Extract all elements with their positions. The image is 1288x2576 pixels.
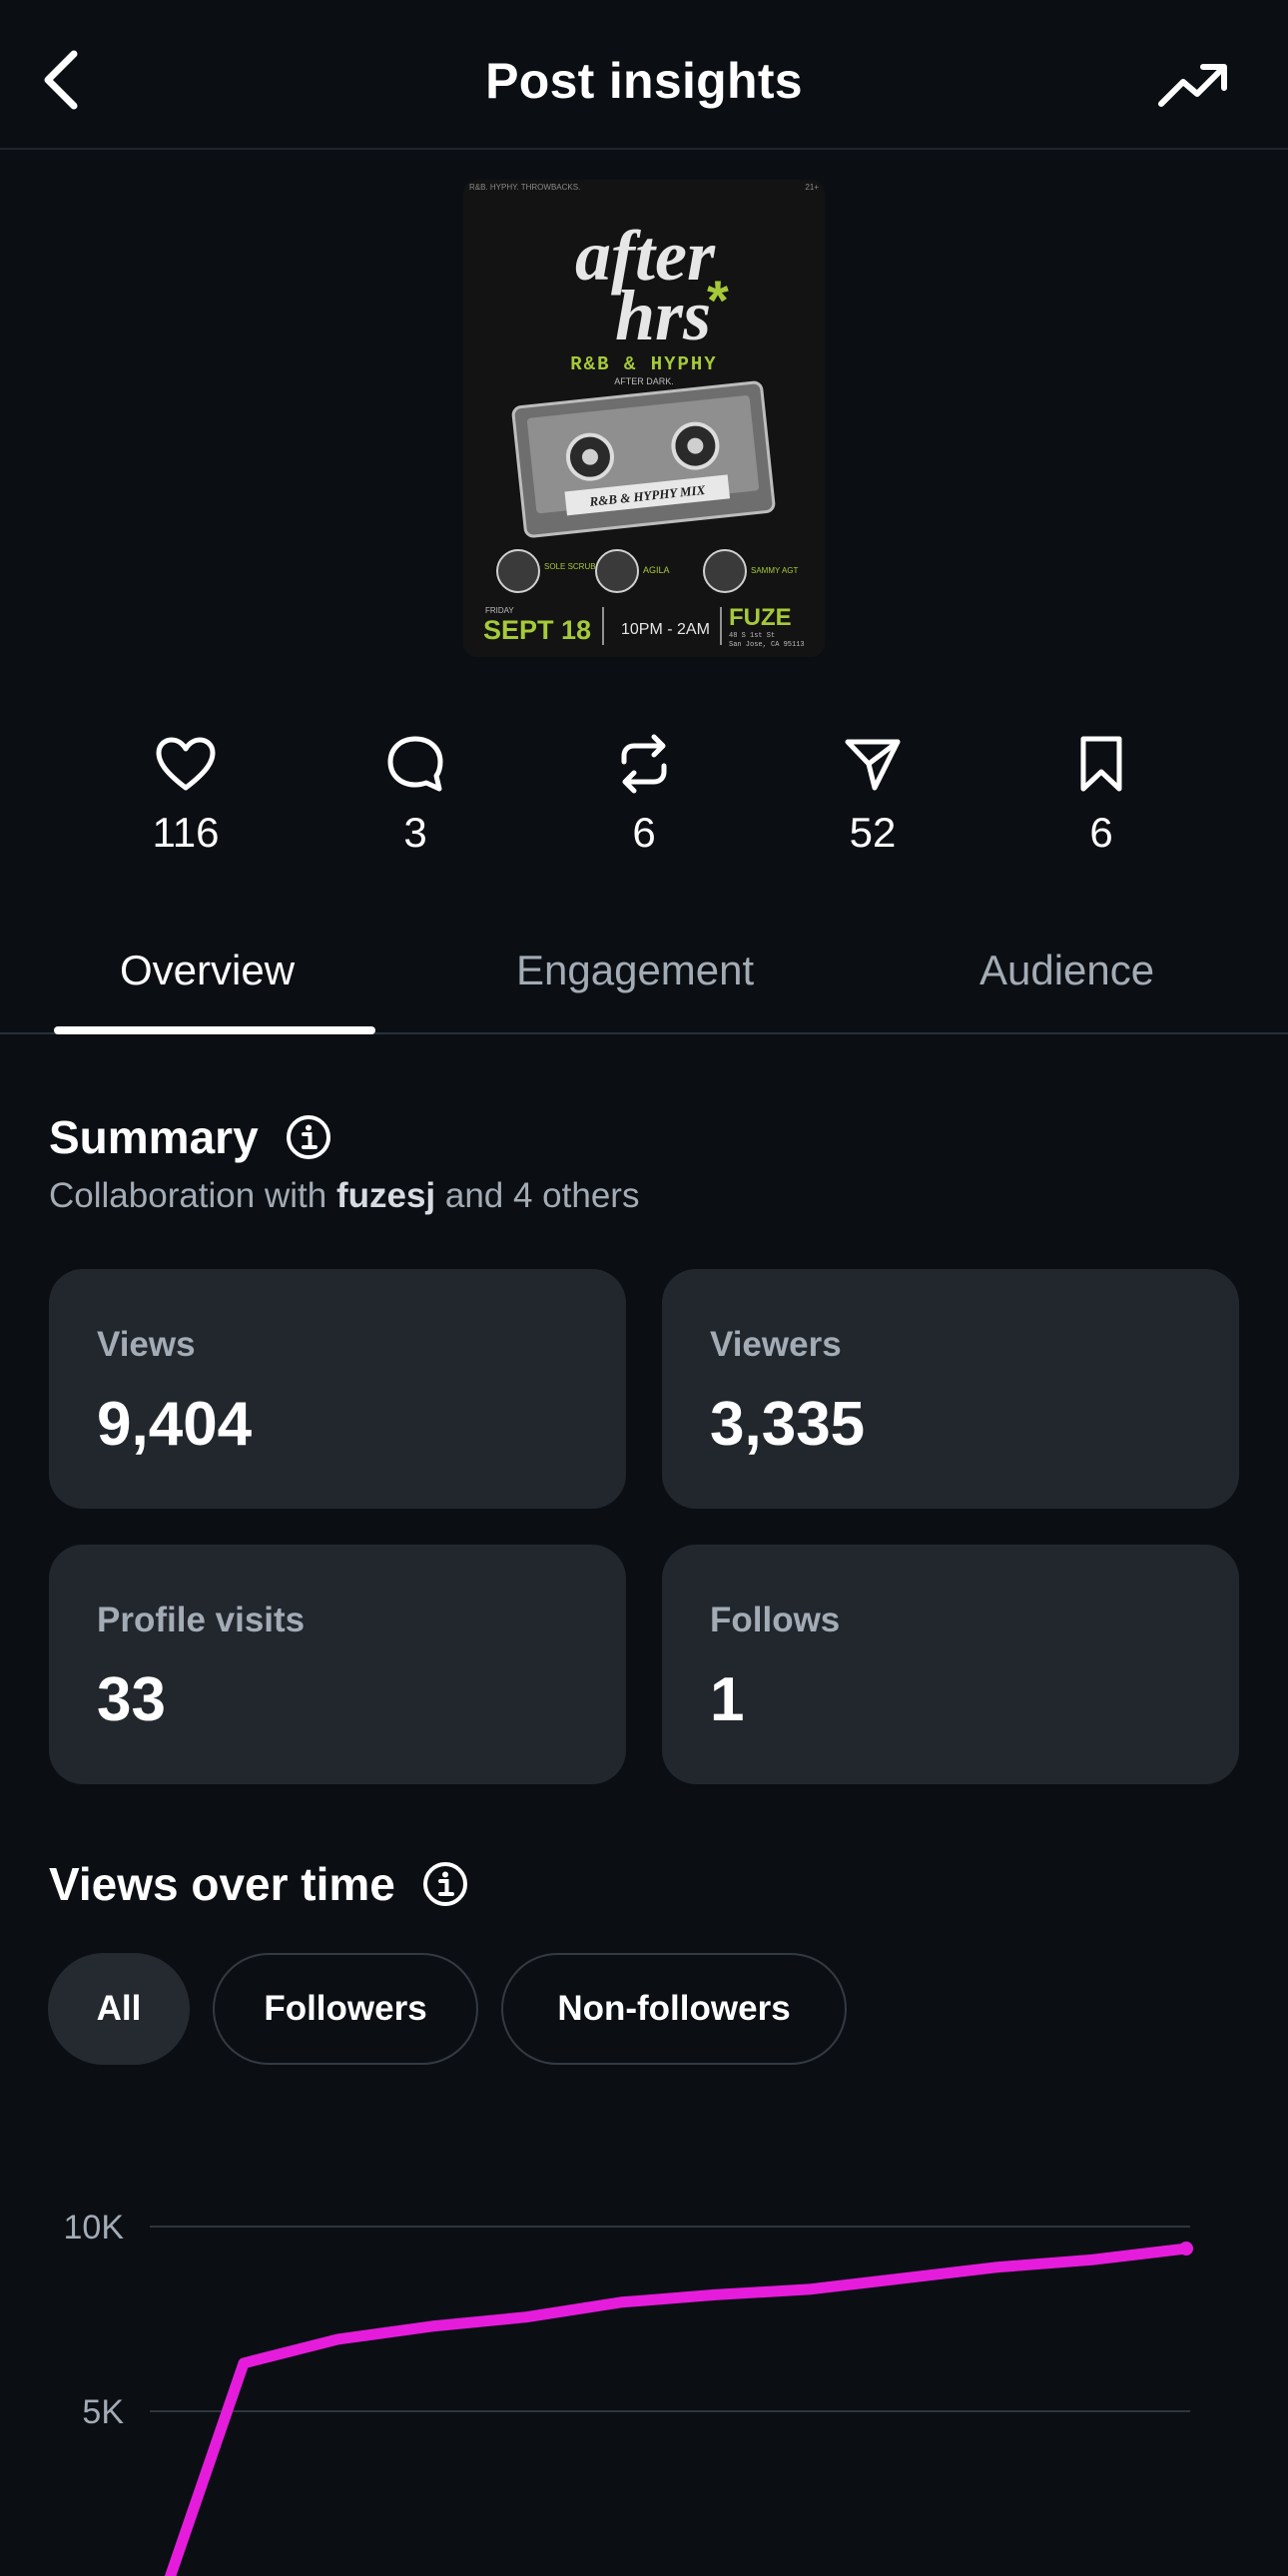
tab-audience[interactable]: Audience (979, 947, 1154, 994)
card-label: Profile visits (97, 1601, 306, 1639)
follows-card: Follows 1 (662, 1545, 1239, 1784)
card-label: Viewers (710, 1325, 842, 1364)
views-over-time-heading: Views over time (49, 1857, 469, 1911)
engagement-stats: 116 3 6 52 6 (0, 729, 1288, 879)
filter-all[interactable]: All (48, 1953, 190, 2065)
collab-user-link[interactable]: fuzesj (336, 1176, 435, 1215)
post-image[interactable]: R&B. HYPHY. THROWBACKS. 21+ after hrs * … (463, 180, 825, 657)
saves-stat[interactable]: 6 (1011, 729, 1191, 857)
filter-non-followers[interactable]: Non-followers (501, 1953, 847, 2065)
collab-suffix: and 4 others (435, 1176, 640, 1215)
active-tab-indicator (54, 1026, 375, 1034)
heart-icon (156, 737, 216, 791)
views-over-time-title: Views over time (49, 1858, 395, 1910)
viewers-card: Viewers 3,335 (662, 1269, 1239, 1509)
reposts-stat[interactable]: 6 (554, 729, 734, 857)
views-series-line (164, 2243, 1192, 2576)
views-line-chart: 10K 5K (64, 2209, 1193, 2576)
poster-venue: FUZE (729, 604, 792, 631)
filter-followers[interactable]: Followers (213, 1953, 478, 2065)
dj-name: AGILA (643, 565, 670, 575)
comments-stat[interactable]: 3 (325, 729, 505, 857)
poster-title-2: hrs (615, 276, 711, 355)
page-title: Post insights (485, 53, 803, 109)
summary-heading: Summary (49, 1110, 332, 1164)
views-chart: 10K 5K (0, 2157, 1288, 2576)
reposts-count: 6 (632, 809, 656, 856)
cassette-graphic: R&B & HYPHY MIX (511, 380, 776, 538)
insights-tabs: Overview Engagement Audience (0, 919, 1288, 1034)
summary-info-button[interactable] (285, 1113, 332, 1161)
comments-count: 3 (403, 809, 427, 856)
likes-stat[interactable]: 116 (96, 729, 276, 857)
poster-address: 48 S 1st St (729, 632, 775, 640)
collab-prefix: Collaboration with (49, 1176, 336, 1215)
poster-age: 21+ (805, 183, 819, 192)
card-label: Views (97, 1325, 196, 1364)
poster-address: San Jose, CA 95113 (729, 641, 805, 649)
poster-genre: R&B & HYPHY (570, 353, 717, 375)
shares-count: 52 (849, 809, 897, 856)
trending-up-icon (1158, 64, 1227, 107)
dj-name: SAMMY AGT (751, 566, 799, 575)
views-info-button[interactable] (421, 1860, 469, 1908)
trending-button[interactable] (1148, 50, 1238, 120)
data-point (1179, 2242, 1193, 2256)
repost-icon (621, 734, 667, 794)
views-card: Views 9,404 (49, 1269, 626, 1509)
poster-day: FRIDAY (485, 606, 514, 615)
info-icon (422, 1862, 467, 1906)
card-value: 1 (710, 1665, 745, 1734)
poster-tagline: AFTER DARK. (614, 376, 674, 386)
tab-engagement[interactable]: Engagement (516, 947, 754, 994)
poster-time: 10PM - 2AM (621, 621, 710, 638)
share-icon (845, 739, 901, 791)
tab-overview[interactable]: Overview (120, 947, 295, 994)
card-label: Follows (710, 1601, 841, 1639)
y-tick-label: 10K (64, 2209, 125, 2247)
card-value: 3,335 (710, 1390, 866, 1459)
shares-stat[interactable]: 52 (783, 729, 963, 857)
poster-asterisk: * (707, 269, 729, 331)
likes-count: 116 (152, 809, 220, 856)
poster-date: SEPT 18 (483, 615, 591, 645)
comment-icon (387, 736, 443, 792)
info-icon (286, 1115, 330, 1159)
summary-title: Summary (49, 1111, 259, 1163)
profile-visits-card: Profile visits 33 (49, 1545, 626, 1784)
dj-name: SOLE SCRUBS (544, 562, 601, 571)
collaboration-text: Collaboration with fuzesj and 4 others (49, 1176, 639, 1216)
event-poster: R&B. HYPHY. THROWBACKS. 21+ after hrs * … (463, 180, 825, 657)
saves-count: 6 (1089, 809, 1113, 856)
y-tick-label: 5K (82, 2393, 124, 2431)
card-value: 33 (97, 1665, 166, 1734)
bookmark-icon (1080, 736, 1122, 792)
card-value: 9,404 (97, 1390, 253, 1459)
poster-top-left: R&B. HYPHY. THROWBACKS. (469, 183, 580, 192)
top-bar: Post insights (0, 0, 1288, 150)
